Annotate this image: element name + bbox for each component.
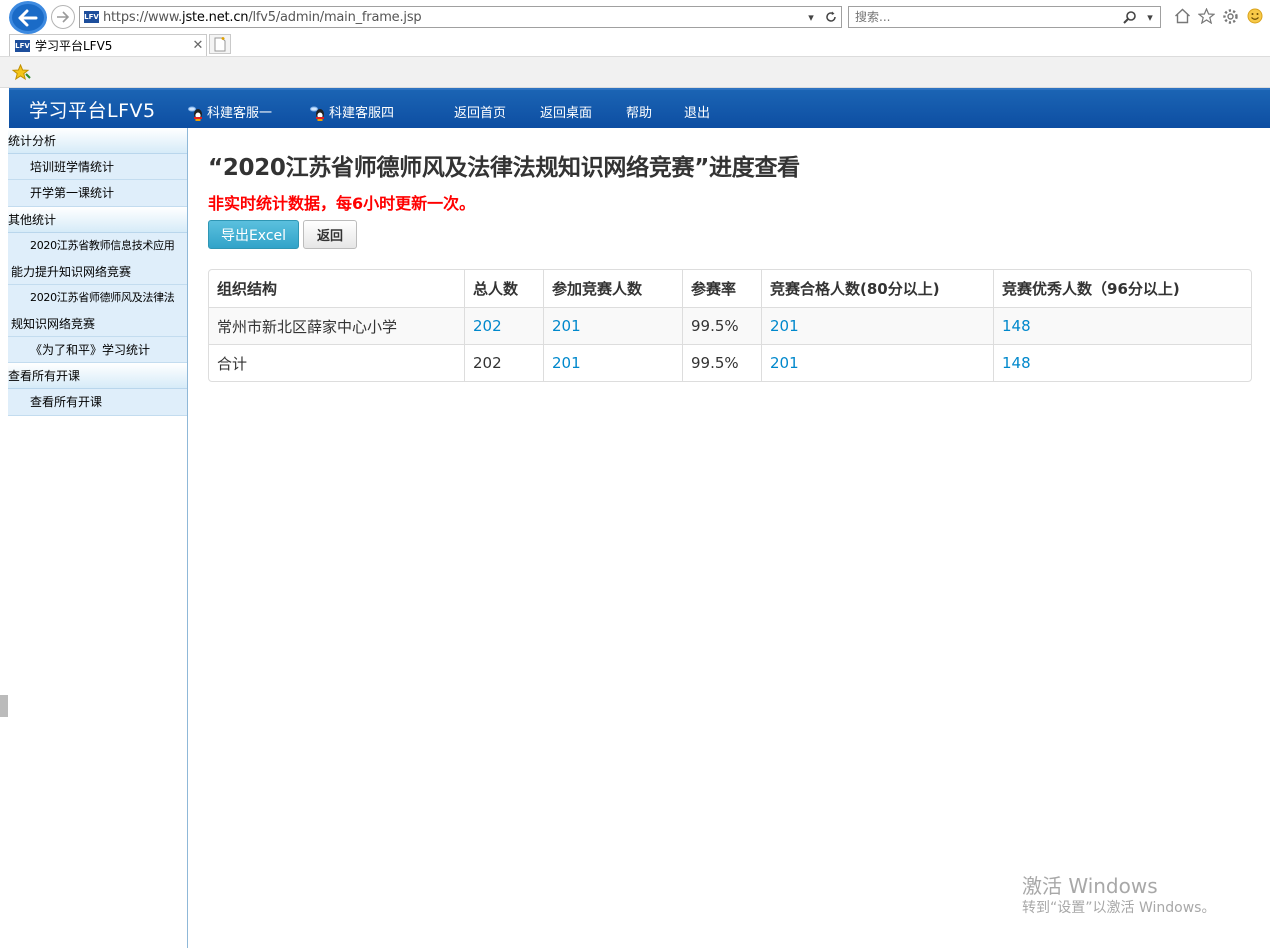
add-favorite-icon[interactable] [11,63,31,84]
back-return-button[interactable]: 返回 [303,220,357,249]
sidebar: 统计分析 培训班学情统计 开学第一课统计 其他统计 2020江苏省教师信息技术应… [0,128,188,948]
url-field[interactable]: LFV https://www.jste.net.cn/lfv5/admin/m… [79,6,842,28]
smiley-feedback-icon[interactable] [1245,6,1264,26]
nav-service-4-label: 科建客服四 [329,106,395,121]
search-icon[interactable] [1120,7,1140,27]
tab-favicon-icon: LFV [15,39,30,52]
qq-icon [187,105,205,121]
passed-link[interactable]: 201 [770,317,799,335]
settings-gear-icon[interactable] [1221,6,1240,26]
sidebar-item-label: 2020江苏省师德师风及法律法 [30,291,175,304]
cell-participants: 201 [543,344,682,381]
sidebar-item-label: 2020江苏省教师信息技术应用 [30,239,175,252]
back-arrow-icon [18,9,38,26]
col-header-passed: 竞赛合格人数(80分以上) [761,270,993,307]
cell-excellent: 148 [993,307,1251,344]
site-favicon-icon: LFV [84,11,99,23]
forward-arrow-icon [57,11,70,23]
favorites-bar [0,56,1270,88]
page-title: “2020江苏省师德师风及法律法规知识网络竞赛”进度查看 [208,155,800,181]
cell-total: 202 [464,344,543,381]
app-header: 学习平台LFV5 科建客服一 科建客服四 返回首页 返回桌面 帮助 退出 [9,88,1270,128]
participants-link[interactable]: 201 [552,354,581,372]
sidebar-group-all-courses[interactable]: 查看所有开课 [8,363,187,389]
total-link[interactable]: 202 [473,317,502,335]
excellent-link[interactable]: 148 [1002,354,1031,372]
refresh-icon[interactable] [821,7,841,27]
browser-toolbar-icons [1173,6,1264,26]
sidebar-group-other-stats[interactable]: 其他统计 [8,207,187,233]
frame-resize-handle[interactable] [0,695,8,717]
nav-help-link[interactable]: 帮助 [626,102,652,121]
url-path: /lfv5/admin/main_frame.jsp [248,9,422,25]
qq-icon [309,105,327,121]
table-header-row: 组织结构 总人数 参加竞赛人数 参赛率 竞赛合格人数(80分以上) 竞赛优秀人数… [209,270,1251,307]
browser-address-bar-row: LFV https://www.jste.net.cn/lfv5/admin/m… [0,0,1270,34]
sidebar-item-label: 培训班学情统计 [30,160,115,174]
nav-home-link[interactable]: 返回首页 [454,102,506,121]
col-header-organization: 组织结构 [217,280,278,298]
tab-title: 学习平台LFV5 [35,39,113,53]
sidebar-item-all-courses[interactable]: 查看所有开课 [8,389,187,416]
cell-passed: 201 [761,307,993,344]
app-title: 学习平台LFV5 [29,100,156,122]
url-domain: jste.net.cn [182,9,249,25]
cell-participation-rate: 99.5% [682,344,761,381]
sidebar-item-label-line2: 规知识网络竞赛 [11,317,96,331]
update-notice: 非实时统计数据，每6小时更新一次。 [208,194,476,213]
new-tab-icon [214,36,226,51]
sidebar-item-label: 查看所有开课 [30,395,103,409]
col-header-excellent: 竞赛优秀人数（96分以上) [993,270,1251,307]
home-icon[interactable] [1173,6,1192,26]
browser-tab-active[interactable]: LFV 学习平台LFV5 ✕ [9,34,207,56]
search-dropdown-icon[interactable]: ▾ [1140,7,1160,27]
main-content: “2020江苏省师德师风及法律法规知识网络竞赛”进度查看 非实时统计数据，每6小… [189,128,1270,948]
sidebar-item-ethics-law-competition[interactable]: 2020江苏省师德师风及法律法 规知识网络竞赛 [8,285,187,337]
windows-activation-watermark-hint: 转到“设置”以激活 Windows。 [1022,900,1216,916]
cell-participation-rate: 99.5% [682,307,761,344]
sidebar-item-peace-study-stats[interactable]: 《为了和平》学习统计 [8,337,187,363]
col-header-participants: 参加竞赛人数 [543,270,682,307]
sidebar-item-label: 开学第一课统计 [30,186,115,200]
nav-logout-link[interactable]: 退出 [684,102,710,121]
sidebar-item-first-lesson-stats[interactable]: 开学第一课统计 [8,180,187,207]
search-input[interactable] [849,10,1120,24]
table-row: 常州市新北区薛家中心小学 202 201 99.5% 201 148 [209,307,1251,344]
sidebar-item-training-stats[interactable]: 培训班学情统计 [8,154,187,180]
excellent-link[interactable]: 148 [1002,317,1031,335]
nav-service-4[interactable]: 科建客服四 [309,102,394,121]
cell-participants: 201 [543,307,682,344]
export-excel-button[interactable]: 导出Excel [208,220,299,249]
table-row-total: 合计 202 201 99.5% 201 148 [209,344,1251,381]
nav-service-1[interactable]: 科建客服一 [187,102,272,121]
url-dropdown-icon[interactable]: ▾ [801,7,821,27]
tab-close-icon[interactable]: ✕ [190,38,206,53]
nav-service-1-label: 科建客服一 [207,106,273,121]
url-text[interactable]: https://www.jste.net.cn/lfv5/admin/main_… [103,10,801,25]
url-prefix: https://www. [103,9,183,25]
sidebar-group-stats-analysis[interactable]: 统计分析 [8,128,187,154]
cell-total: 202 [464,307,543,344]
cell-passed: 201 [761,344,993,381]
sidebar-item-it-competition[interactable]: 2020江苏省教师信息技术应用 能力提升知识网络竞赛 [8,233,187,285]
search-field[interactable]: ▾ [848,6,1161,28]
back-button[interactable] [9,1,47,34]
col-header-participation-rate: 参赛率 [682,270,761,307]
sidebar-item-label-line2: 能力提升知识网络竞赛 [11,265,132,279]
favorites-star-icon[interactable] [1197,6,1216,26]
sidebar-item-label: 《为了和平》学习统计 [30,343,151,357]
windows-activation-watermark-title: 激活 Windows [1022,874,1158,898]
nav-desktop-link[interactable]: 返回桌面 [540,102,592,121]
cell-organization: 合计 [209,344,464,381]
browser-tab-row: LFV 学习平台LFV5 ✕ [0,34,1270,56]
competition-stats-table: 组织结构 总人数 参加竞赛人数 参赛率 竞赛合格人数(80分以上) 竞赛优秀人数… [208,269,1252,382]
passed-link[interactable]: 201 [770,354,799,372]
participants-link[interactable]: 201 [552,317,581,335]
col-header-total: 总人数 [464,270,543,307]
cell-excellent: 148 [993,344,1251,381]
cell-organization: 常州市新北区薛家中心小学 [209,307,464,344]
new-tab-button[interactable] [209,34,231,54]
forward-button[interactable] [51,5,75,29]
